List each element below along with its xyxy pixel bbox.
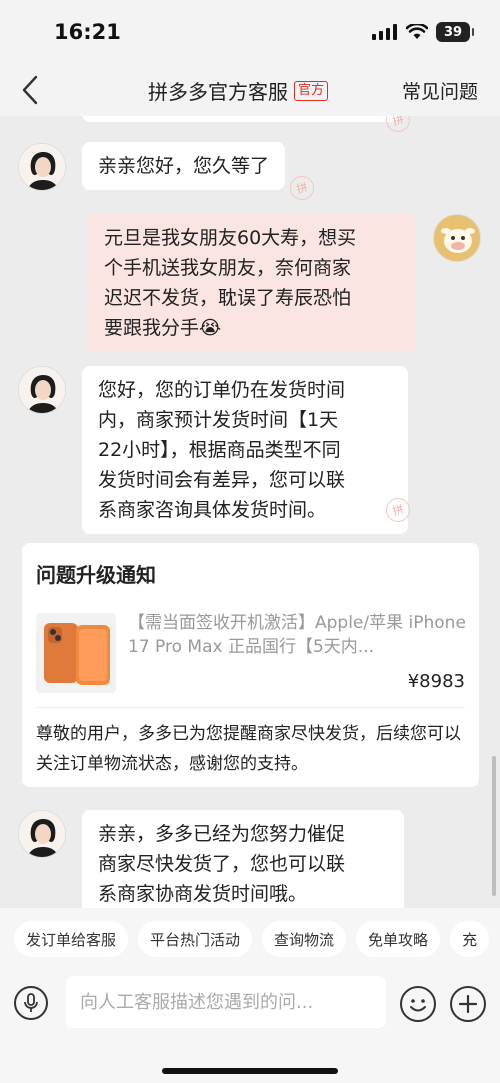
chevron-left-icon: [22, 75, 38, 105]
more-options-button[interactable]: [450, 986, 486, 1022]
message-text: 亲亲，多多已经为您努力催促 商家尽快发货了，您也可以联 系商家协商发货时间哦。: [98, 823, 346, 905]
quick-actions-bar: 发订单给客服 平台热门活动 查询物流 免单攻略 充: [0, 908, 500, 970]
status-time: 16:21: [54, 20, 121, 44]
agent-avatar[interactable]: [18, 366, 66, 414]
official-badge: 官方: [294, 80, 329, 101]
title-wrap: 拼多多官方客服 官方: [148, 76, 329, 105]
product-image[interactable]: [36, 613, 116, 693]
user-avatar[interactable]: [433, 214, 481, 262]
home-indicator: [162, 1068, 338, 1074]
previous-message-bubble: [82, 116, 402, 122]
agent-avatar-icon: [19, 811, 65, 857]
faq-link[interactable]: 常见问题: [402, 77, 478, 104]
agent-message-bubble: 您好，您的订单仍在发货时间 内，商家预计发货时间【1天 22小时】，根据商品类型…: [82, 366, 408, 534]
message-text: 您好，您的订单仍在发货时间 内，商家预计发货时间【1天 22小时】，根据商品类型…: [98, 379, 346, 521]
plus-icon: [458, 994, 478, 1014]
voice-input-button[interactable]: [14, 986, 48, 1020]
card-divider: [36, 707, 465, 708]
cellular-signal-icon: [372, 24, 397, 40]
watermark-stamp-icon: 拼: [287, 173, 317, 203]
card-title: 问题升级通知: [36, 563, 156, 587]
chat-scrollbar[interactable]: [492, 756, 496, 896]
quick-action-hot-events[interactable]: 平台热门活动: [138, 921, 253, 957]
escalation-notice-card[interactable]: 问题升级通知 【需当面签收开机激活】Apple/苹果 iPhone 17 Pro…: [22, 543, 479, 787]
quick-action-free-order-guide[interactable]: 免单攻略: [356, 921, 441, 957]
agent-avatar[interactable]: [18, 810, 66, 858]
wifi-icon: [406, 24, 428, 39]
message-text: 亲亲您好，您久等了: [98, 155, 270, 177]
battery-level: 39: [443, 24, 463, 40]
quick-action-send-order[interactable]: 发订单给客服: [14, 921, 129, 957]
input-bar: [0, 970, 500, 1083]
product-name[interactable]: 【需当面签收开机激活】Apple/苹果 iPhone 17 Pro Max 正品…: [128, 611, 468, 659]
quick-action-more[interactable]: 充: [450, 921, 490, 957]
agent-avatar-icon: [19, 367, 65, 413]
agent-avatar[interactable]: [18, 143, 66, 191]
agent-message-bubble: 亲亲您好，您久等了: [82, 142, 286, 190]
phone-product-icon: [44, 623, 110, 685]
page-title: 拼多多官方客服: [148, 80, 288, 104]
card-body-text: 尊敬的用户，多多已为您提醒商家尽快发货，后续您可以关注订单物流状态，感谢您的支持…: [36, 724, 461, 774]
microphone-icon: [24, 993, 38, 1012]
agent-avatar-icon: [19, 144, 65, 190]
battery-icon: 39: [436, 22, 474, 42]
status-bar: 16:21 39: [0, 0, 500, 66]
message-input[interactable]: [66, 976, 386, 1028]
emoji-button[interactable]: [400, 986, 436, 1022]
agent-message-bubble: 亲亲，多多已经为您努力催促 商家尽快发货了，您也可以联 系商家协商发货时间哦。: [82, 810, 404, 908]
chat-header: 拼多多官方客服 官方 常见问题: [0, 66, 500, 116]
product-price: ¥8983: [407, 671, 465, 692]
quick-action-track-shipping[interactable]: 查询物流: [262, 921, 347, 957]
status-icons: 39: [372, 22, 474, 42]
cow-avatar-icon: [434, 215, 480, 261]
watermark-stamp-icon: 拼: [383, 116, 413, 135]
back-button[interactable]: [12, 72, 48, 108]
user-message-bubble: 元旦是我女朋友60大寿，想买 个手机送我女朋友，奈何商家 迟迟不发货，耽误了寿辰…: [88, 214, 416, 352]
smiley-icon: [410, 999, 426, 1012]
message-text: 元旦是我女朋友60大寿，想买 个手机送我女朋友，奈何商家 迟迟不发货，耽误了寿辰…: [104, 227, 357, 339]
chat-area[interactable]: 拼 亲亲您好，您久等了 拼 元旦是我女朋友60大寿，想买 个手机送我女朋友，奈何…: [0, 116, 500, 908]
